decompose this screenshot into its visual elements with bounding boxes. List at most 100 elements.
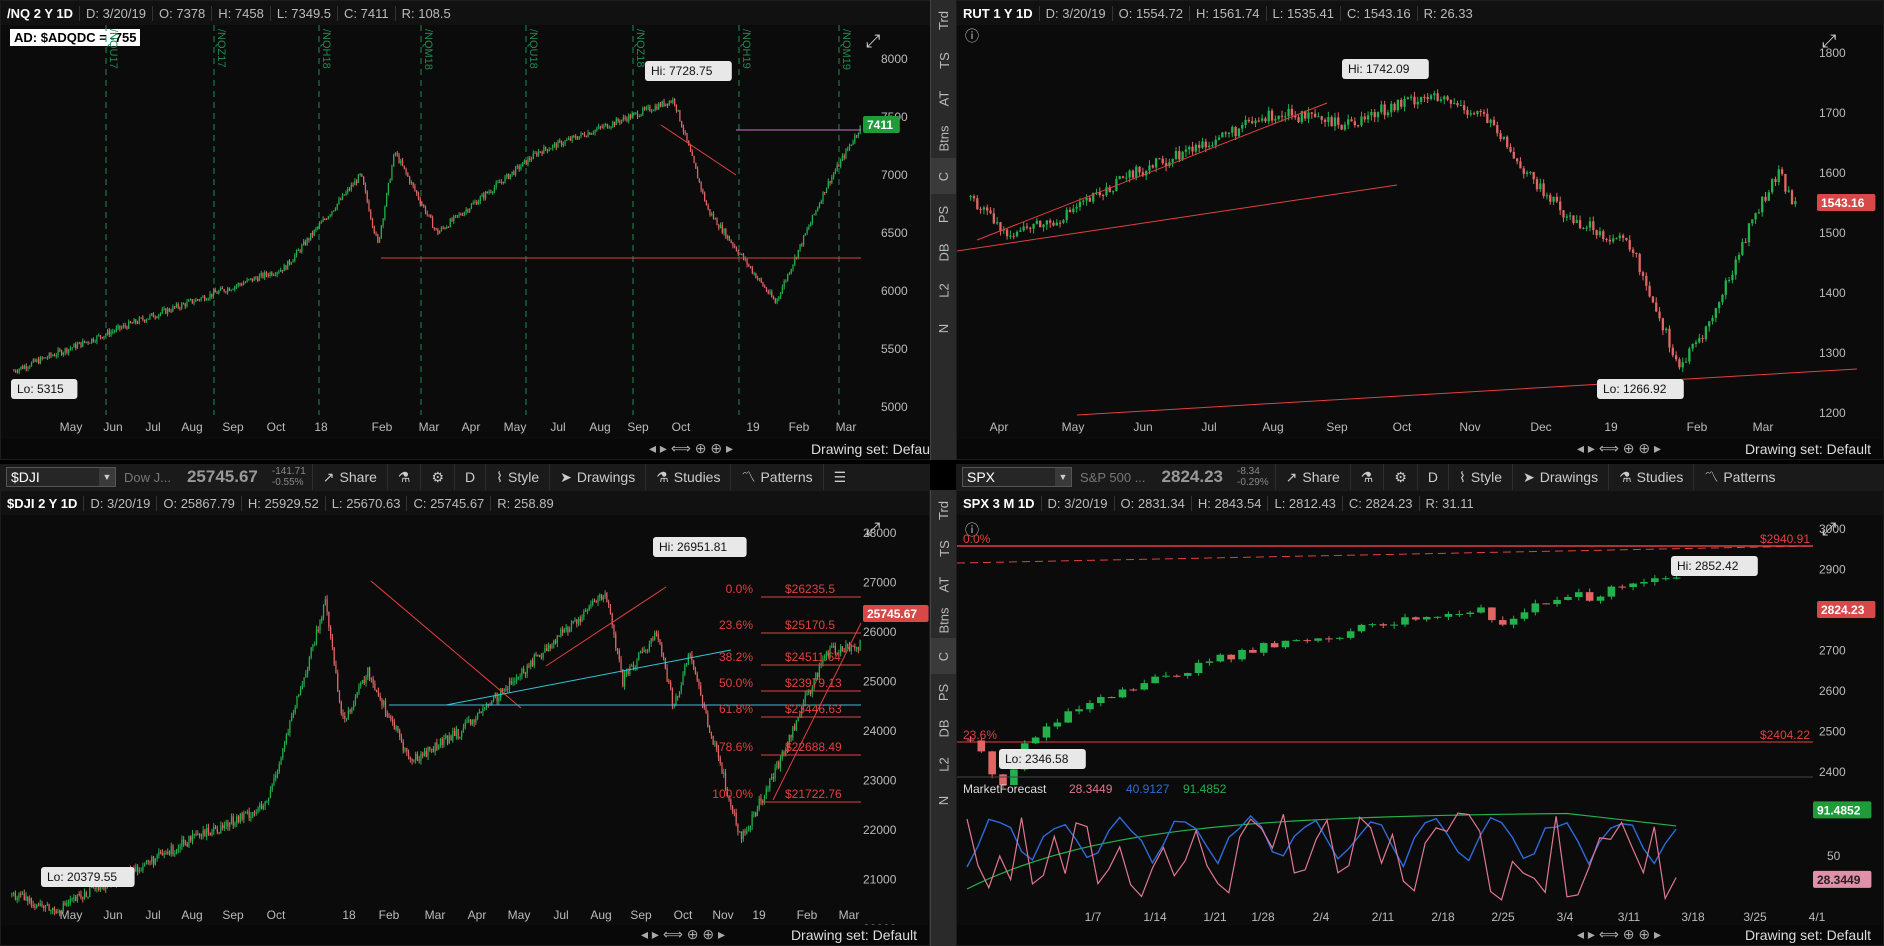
tab-c[interactable]: C xyxy=(931,638,957,674)
chart-panel-dji[interactable]: $DJI 2 Y 1D D: 3/20/19 O: 25867.79 H: 25… xyxy=(0,490,930,946)
symbol-label[interactable]: SPX 3 M 1D xyxy=(957,496,1041,511)
settings-button[interactable]: ⚙ xyxy=(1383,464,1417,490)
tab-at[interactable]: AT xyxy=(931,566,957,602)
tab-trd[interactable]: Trd xyxy=(931,2,957,38)
symbol-label[interactable]: $DJI 2 Y 1D xyxy=(1,496,83,511)
tab-n[interactable]: N xyxy=(931,782,957,818)
candle-body xyxy=(700,685,702,695)
drawing-set-label[interactable]: Drawing set: Default xyxy=(811,441,937,457)
tab-ps[interactable]: PS xyxy=(931,196,957,232)
pan-icon[interactable]: ◂ ▸ ⟺ ⊕ ⊕ ▸ xyxy=(1577,440,1661,457)
candle-body xyxy=(188,300,190,302)
symbol-label[interactable]: /NQ 2 Y 1D xyxy=(1,6,79,21)
candle-body xyxy=(350,184,352,190)
candle-body xyxy=(553,143,556,146)
price-chart-dji[interactable]: 2800027000260002500024000230002200021000… xyxy=(1,515,930,927)
candle-body xyxy=(758,798,760,810)
x-axis-tick-label: 2/18 xyxy=(1431,910,1455,924)
drawing-set-label[interactable]: Drawing set: Default xyxy=(1745,927,1871,943)
candle-body xyxy=(45,357,47,359)
period-button[interactable]: D xyxy=(1416,464,1448,490)
candle-body xyxy=(68,349,70,353)
chart-panel-rut[interactable]: RUT 1 Y 1D D: 3/20/19 O: 1554.72 H: 1561… xyxy=(956,0,1884,460)
settings-button[interactable]: ⚙ xyxy=(420,464,454,490)
tab-ts[interactable]: TS xyxy=(931,42,957,78)
patterns-button[interactable]: 〽 Patterns xyxy=(730,464,822,490)
fib-pct-label: 50.0% xyxy=(719,676,753,690)
tab-ps[interactable]: PS xyxy=(931,674,957,710)
candle-body xyxy=(1101,195,1105,197)
low-field: L: 25670.63 xyxy=(324,495,407,511)
period-button[interactable]: D xyxy=(454,464,485,490)
candle-body xyxy=(89,887,91,898)
tab-l2[interactable]: L2 xyxy=(931,746,957,782)
style-button[interactable]: ⌇ Style xyxy=(485,464,549,490)
open-field: O: 2831.34 xyxy=(1113,495,1191,511)
candle-body xyxy=(1178,151,1181,160)
candle-body xyxy=(143,319,146,322)
candle-body xyxy=(365,676,367,684)
tab-n[interactable]: N xyxy=(931,310,957,346)
flask-button[interactable]: ⚗ xyxy=(1349,464,1384,490)
candle-body xyxy=(740,831,743,840)
symbol-input[interactable]: $DJI ▼ xyxy=(6,467,116,487)
tab-db[interactable]: DB xyxy=(931,710,957,746)
symbol-label[interactable]: RUT 1 Y 1D xyxy=(957,6,1039,21)
candle-body xyxy=(1072,208,1075,213)
candle-body xyxy=(684,132,686,134)
expand-icon: ⤢ xyxy=(1822,519,1837,539)
candle-body xyxy=(445,735,447,739)
tab-c[interactable]: C xyxy=(931,158,957,194)
candle-body xyxy=(590,604,592,607)
studies-button[interactable]: ⚗ Studies xyxy=(1608,464,1693,490)
price-chart-rut[interactable]: 1800170016001500140013001200Apr May Jun Jul… xyxy=(957,25,1884,439)
tab-btns[interactable]: Btns xyxy=(931,120,957,156)
candle-body xyxy=(583,611,585,617)
tab-ts[interactable]: TS xyxy=(931,530,957,566)
candle-body xyxy=(1488,607,1496,621)
patterns-button[interactable]: 〽 Patterns xyxy=(1693,464,1785,490)
style-button[interactable]: ⌇ Style xyxy=(1448,464,1512,490)
candle-body xyxy=(1595,230,1598,236)
candle-body xyxy=(269,272,271,277)
candle-body xyxy=(386,713,388,717)
candle-body xyxy=(380,225,382,238)
candle-body xyxy=(1131,170,1135,178)
chart-panel-nq[interactable]: /NQ 2 Y 1D D: 3/20/19 O: 7378 H: 7458 L:… xyxy=(0,0,950,460)
tab-at[interactable]: AT xyxy=(931,80,957,116)
price-chart-nq[interactable]: 8000750070006500600055005000MayJunJulAug… xyxy=(1,25,950,439)
chevron-down-icon[interactable]: ▼ xyxy=(1055,468,1071,486)
candle-body xyxy=(678,691,681,698)
candle-body xyxy=(505,689,507,691)
candle-body xyxy=(475,718,477,723)
flask-button[interactable]: ⚗ xyxy=(386,464,421,490)
chart-panel-spx[interactable]: SPX 3 M 1D D: 3/20/19 O: 2831.34 H: 2843… xyxy=(956,490,1884,946)
candle-body xyxy=(140,870,142,872)
candle-body xyxy=(444,227,446,229)
x-axis-tick-label: 19 xyxy=(752,908,766,922)
candle-body xyxy=(622,669,624,687)
share-button[interactable]: ↗ Share xyxy=(311,464,387,490)
tab-db[interactable]: DB xyxy=(931,234,957,270)
candle-body xyxy=(1075,709,1083,712)
candle-body xyxy=(419,198,421,204)
drawings-button[interactable]: ➤ Drawings xyxy=(549,464,645,490)
candle-body xyxy=(218,832,220,834)
candle-body xyxy=(446,226,448,229)
tab-l2[interactable]: L2 xyxy=(931,272,957,308)
menu-icon[interactable]: ☰ xyxy=(822,464,857,490)
candle-body xyxy=(291,715,293,721)
drawing-set-label[interactable]: Drawing set: Default xyxy=(791,927,917,943)
pan-icon[interactable]: ◂ ▸ ⟺ ⊕ ⊕ ▸ xyxy=(649,440,733,457)
price-chart-spx[interactable]: 300029002800270026002500240023001/71/141… xyxy=(957,515,1884,927)
tab-trd[interactable]: Trd xyxy=(931,492,957,528)
symbol-input[interactable]: SPX ▼ xyxy=(962,467,1072,487)
share-button[interactable]: ↗ Share xyxy=(1274,464,1350,490)
pan-icon[interactable]: ◂ ▸ ⟺ ⊕ ⊕ ▸ xyxy=(1577,926,1661,943)
drawings-button[interactable]: ➤ Drawings xyxy=(1511,464,1608,490)
chevron-down-icon[interactable]: ▼ xyxy=(99,468,115,486)
pan-icon[interactable]: ◂ ▸ ⟺ ⊕ ⊕ ▸ xyxy=(641,926,725,943)
studies-button[interactable]: ⚗ Studies xyxy=(645,464,730,490)
tab-btns[interactable]: Btns xyxy=(931,602,957,638)
drawing-set-label[interactable]: Drawing set: Default xyxy=(1745,441,1871,457)
